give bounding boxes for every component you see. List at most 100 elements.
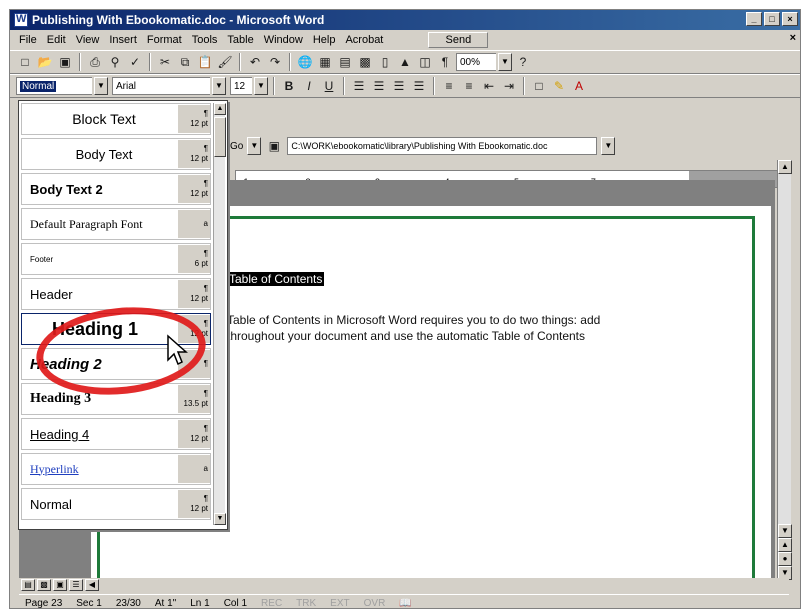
show-hide-icon[interactable]: ¶ xyxy=(436,53,454,71)
toolbar-separator xyxy=(433,77,435,95)
status-rec[interactable]: REC xyxy=(261,598,282,608)
tables-icon[interactable]: ▦ xyxy=(316,53,334,71)
scroll-left-button[interactable]: ◀ xyxy=(85,579,99,591)
align-left-icon[interactable]: ☰ xyxy=(350,77,368,95)
status-bar: Page 23 Sec 1 23/30 At 1" Ln 1 Col 1 REC… xyxy=(19,594,789,608)
zoom-dropdown-arrow[interactable]: ▼ xyxy=(498,53,512,71)
close-button[interactable]: × xyxy=(782,12,798,26)
excel-icon[interactable]: ▩ xyxy=(356,53,374,71)
body-line-2: throughout your document and use the aut… xyxy=(227,329,586,343)
spelling-status-icon[interactable]: 📖 xyxy=(399,598,411,608)
web-layout-view-button[interactable]: ▩ xyxy=(37,579,51,591)
document-close-button[interactable]: × xyxy=(790,32,796,44)
document-map-icon[interactable]: ◫ xyxy=(416,53,434,71)
status-ext[interactable]: EXT xyxy=(330,598,349,608)
menu-edit[interactable]: Edit xyxy=(42,34,71,46)
numbering-icon[interactable]: ≡ xyxy=(440,77,458,95)
format-painter-icon[interactable]: 🖌 xyxy=(216,53,234,71)
style-list-scroll-down[interactable]: ▼ xyxy=(214,513,226,525)
menu-tools[interactable]: Tools xyxy=(187,34,223,46)
save-icon[interactable]: ▣ xyxy=(56,53,74,71)
menu-window[interactable]: Window xyxy=(259,34,308,46)
undo-icon[interactable]: ↶ xyxy=(246,53,264,71)
status-ovr[interactable]: OVR xyxy=(364,598,386,608)
style-item-footer[interactable]: Footer ¶ 6 pt xyxy=(21,243,211,275)
body-paragraph[interactable]: Table of Contents in Microsoft Word requ… xyxy=(227,312,677,344)
font-dropdown-arrow[interactable]: ▼ xyxy=(212,77,226,95)
show-only-web-toolbar-icon[interactable]: ▣ xyxy=(265,137,283,155)
go-button[interactable]: Go xyxy=(230,141,243,152)
font-color-icon[interactable]: A xyxy=(570,77,588,95)
go-dropdown-arrow[interactable]: ▼ xyxy=(247,137,262,155)
size-dropdown-arrow[interactable]: ▼ xyxy=(254,77,268,95)
menu-view[interactable]: View xyxy=(71,34,105,46)
selected-heading-text[interactable]: Table of Contents xyxy=(227,272,325,286)
menu-file[interactable]: File xyxy=(14,34,42,46)
status-trk[interactable]: TRK xyxy=(296,598,316,608)
menu-acrobat[interactable]: Acrobat xyxy=(340,34,388,46)
menu-table[interactable]: Table xyxy=(222,34,258,46)
style-label: Hyperlink xyxy=(30,461,79,476)
menu-insert[interactable]: Insert xyxy=(104,34,142,46)
scroll-up-button[interactable]: ▲ xyxy=(778,160,792,174)
style-item-heading-4[interactable]: Heading 4 ¶ 12 pt xyxy=(21,418,211,450)
style-list-scroll-up[interactable]: ▲ xyxy=(214,103,226,115)
send-button[interactable]: Send xyxy=(428,32,489,48)
spelling-icon[interactable]: ✓ xyxy=(126,53,144,71)
style-item-body-text[interactable]: Body Text ¶ 12 pt xyxy=(21,138,211,170)
align-center-icon[interactable]: ☰ xyxy=(370,77,388,95)
bold-button[interactable]: B xyxy=(280,77,298,95)
align-right-icon[interactable]: ☰ xyxy=(390,77,408,95)
print-layout-view-button[interactable]: ▣ xyxy=(53,579,67,591)
minimize-button[interactable]: _ xyxy=(746,12,762,26)
style-item-hyperlink[interactable]: Hyperlink a xyxy=(21,453,211,485)
drawing-icon[interactable]: ▲ xyxy=(396,53,414,71)
style-item-header[interactable]: Header ¶ 12 pt xyxy=(21,278,211,310)
style-dropdown-arrow[interactable]: ▼ xyxy=(94,77,108,95)
print-icon[interactable]: ⎙ xyxy=(86,53,104,71)
address-field[interactable]: C:\WORK\ebookomatic\library\Publishing W… xyxy=(287,137,598,155)
style-list-scrollbar[interactable]: ▲ ▼ xyxy=(213,103,226,525)
horizontal-scrollbar[interactable]: ▤ ▩ ▣ ☰ ◀ xyxy=(19,578,789,592)
previous-page-button[interactable]: ▲ xyxy=(778,538,792,552)
underline-button[interactable]: U xyxy=(320,77,338,95)
browse-object-button[interactable]: ● xyxy=(778,552,792,566)
copy-icon[interactable]: ⧉ xyxy=(176,53,194,71)
highlight-icon[interactable]: ✎ xyxy=(550,77,568,95)
decrease-indent-icon[interactable]: ⇤ xyxy=(480,77,498,95)
menu-format[interactable]: Format xyxy=(142,34,187,46)
maximize-button[interactable]: □ xyxy=(764,12,780,26)
size-combo[interactable]: 12 xyxy=(230,77,252,95)
insert-table-icon[interactable]: ▤ xyxy=(336,53,354,71)
hyperlink-icon[interactable]: 🌐 xyxy=(296,53,314,71)
address-dropdown-arrow[interactable]: ▼ xyxy=(601,137,616,155)
style-combo[interactable]: Normal xyxy=(16,77,92,95)
style-item-block-text[interactable]: Block Text ¶ 12 pt xyxy=(21,103,211,135)
bullets-icon[interactable]: ≡ xyxy=(460,77,478,95)
scroll-down-button[interactable]: ▼ xyxy=(778,524,792,538)
increase-indent-icon[interactable]: ⇥ xyxy=(500,77,518,95)
font-combo[interactable]: Arial xyxy=(112,77,210,95)
style-item-default-paragraph-font[interactable]: Default Paragraph Font a xyxy=(21,208,211,240)
border-icon[interactable]: □ xyxy=(530,77,548,95)
justify-icon[interactable]: ☰ xyxy=(410,77,428,95)
help-icon[interactable]: ? xyxy=(514,53,532,71)
style-list-scroll-thumb[interactable] xyxy=(214,117,226,157)
menu-help[interactable]: Help xyxy=(308,34,341,46)
outline-view-button[interactable]: ☰ xyxy=(69,579,83,591)
normal-view-button[interactable]: ▤ xyxy=(21,579,35,591)
zoom-combo[interactable]: 00% xyxy=(456,53,496,71)
cut-icon[interactable]: ✂ xyxy=(156,53,174,71)
vertical-scrollbar[interactable]: ▲ ▼ ▲ ● ▼ xyxy=(777,160,792,580)
redo-icon[interactable]: ↷ xyxy=(266,53,284,71)
style-item-normal[interactable]: Normal ¶ 12 pt xyxy=(21,488,211,520)
columns-icon[interactable]: ▯ xyxy=(376,53,394,71)
italic-button[interactable]: I xyxy=(300,77,318,95)
preview-icon[interactable]: ⚲ xyxy=(106,53,124,71)
open-icon[interactable]: 📂 xyxy=(36,53,54,71)
style-item-body-text-2[interactable]: Body Text 2 ¶ 12 pt xyxy=(21,173,211,205)
paste-icon[interactable]: 📋 xyxy=(196,53,214,71)
body-line-1: Table of Contents in Microsoft Word requ… xyxy=(227,313,601,327)
new-icon[interactable]: □ xyxy=(16,53,34,71)
style-meta: ¶ 12 pt xyxy=(178,420,210,448)
